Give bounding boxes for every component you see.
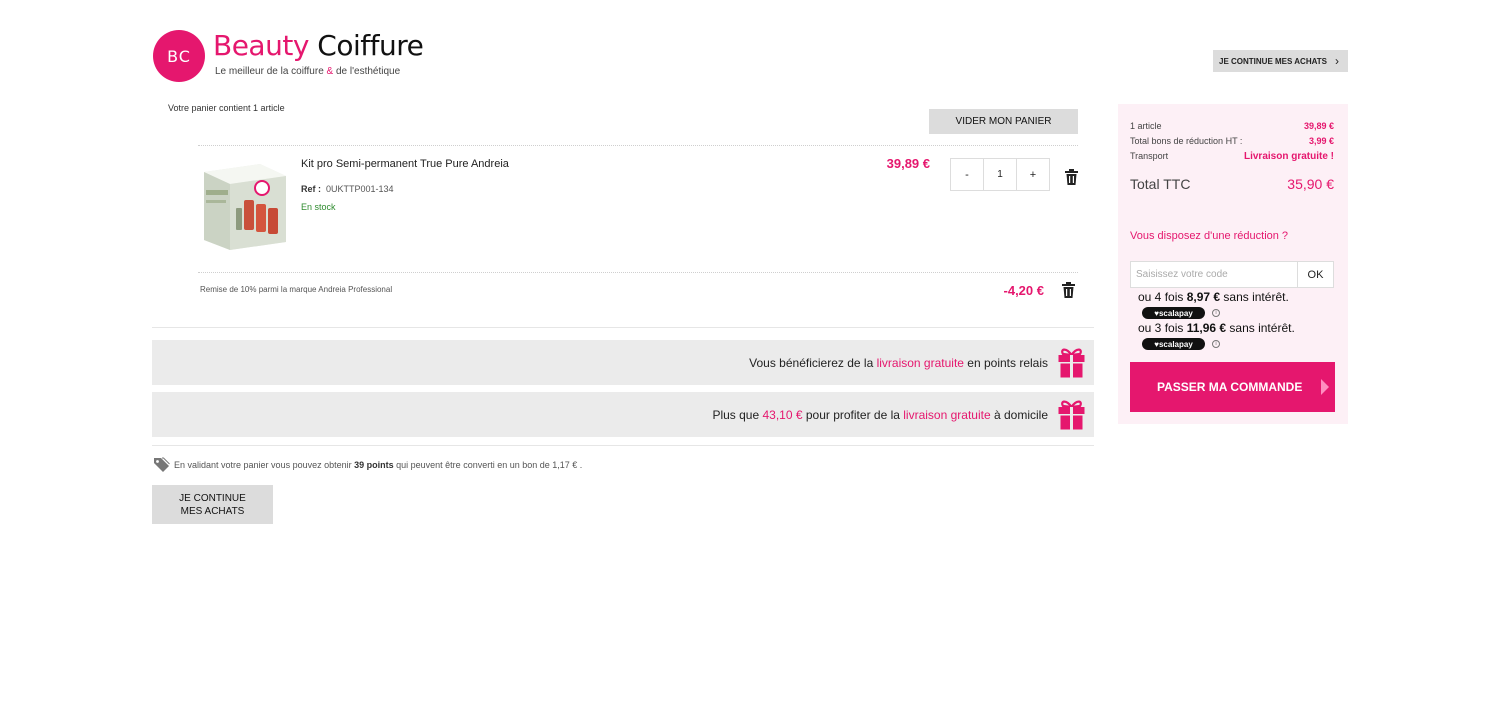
banner-text-after: en points relais [963,355,1048,370]
quantity-stepper: - 1 + [950,158,1050,191]
divider [198,145,1078,146]
total-value: 35,90 € [1287,176,1334,192]
loyalty-points-text: En validant votre panier vous pouvez obt… [174,460,582,470]
summary-value: 3,99 € [1308,136,1334,146]
tag-icon [153,457,170,472]
continue-shopping-label: JE CONTINUE MES ACHATS [179,492,246,518]
trash-icon[interactable] [1065,169,1078,185]
summary-label: Total bons de réduction HT : [1130,136,1243,146]
divider [152,445,1094,446]
quantity-value[interactable]: 1 [983,159,1017,190]
banner-text-after: à domicile [990,407,1048,422]
gift-icon [1058,347,1085,378]
points-amount: 39 points [354,459,394,470]
product-name-link[interactable]: Kit pro Semi-permanent True Pure Andreia [301,158,509,170]
continue-shopping-button-bottom[interactable]: JE CONTINUE MES ACHATS [152,485,273,524]
logo-monogram: BC [153,30,205,82]
order-summary-panel: 1 article 39,89 € Total bons de réductio… [1118,104,1348,424]
divider [198,272,1078,273]
logo-text: Beauty Coiffure Le meilleur de la coiffu… [213,29,424,78]
installment-suffix: sans intérêt. [1220,290,1289,304]
promo-code-submit-button[interactable]: OK [1298,261,1334,288]
continue-label-line2: MES ACHATS [180,505,245,517]
chevron-right-icon: › [1335,54,1339,68]
summary-row-articles: 1 article 39,89 € [1130,121,1334,131]
product-ref-value: 0UKTTP001-134 [326,184,394,194]
loyalty-points-info: En validant votre panier vous pouvez obt… [153,457,582,472]
info-icon[interactable]: i [1212,340,1220,348]
brand-name-part2: Coiffure [317,29,424,62]
free-home-delivery-banner: Plus que 43,10 € pour profiter de la liv… [152,392,1094,437]
clear-cart-button[interactable]: VIDER MON PANIER [929,109,1078,134]
installment-amount: 11,96 € [1186,321,1227,335]
continue-shopping-label: JE CONTINUE MES ACHATS [1219,56,1328,66]
installment-amount: 8,97 € [1186,290,1221,304]
installment-prefix: ou 3 fois [1138,321,1187,335]
site-logo[interactable]: BC Beauty Coiffure Le meilleur de la coi… [153,29,424,82]
summary-value: 39,89 € [1303,121,1334,131]
free-delivery-relay-banner: Vous bénéficierez de la livraison gratui… [152,340,1094,385]
brand-tagline: Le meilleur de la coiffure & de l'esthét… [215,66,423,77]
quantity-increase-button[interactable]: + [1017,159,1049,190]
installment-option-4x: ou 4 fois 8,97 € sans intérêt. [1138,290,1289,304]
summary-row-shipping: Transport Livraison gratuite ! [1130,151,1334,162]
scalapay-logo: ♥scalapay [1142,338,1205,350]
scalapay-logo: ♥scalapay [1142,307,1205,319]
banner-text-before: Vous bénéficierez de la [749,355,877,370]
brand-name-part1: Beauty [213,29,309,62]
stock-status: En stock [301,202,336,212]
tagline-after: de l'esthétique [333,66,401,77]
continue-shopping-button-top[interactable]: JE CONTINUE MES ACHATS › [1213,50,1348,72]
banner-highlight: livraison gratuite [903,407,991,422]
installment-option-3x: ou 3 fois 11,96 € sans intérêt. [1138,321,1295,335]
discount-label: Remise de 10% parmi la marque Andreia Pr… [200,285,393,294]
banner-highlight: livraison gratuite [876,355,964,370]
banner-text: Vous bénéficierez de la livraison gratui… [749,356,1048,370]
summary-total: Total TTC 35,90 € [1130,176,1334,192]
tagline-before: Le meilleur de la coiffure [215,66,327,77]
continue-label-line1: JE CONTINUE [179,492,246,504]
product-reference: Ref : 0UKTTP001-134 [301,184,394,194]
product-price: 39,89 € [886,156,930,171]
brand-name: Beauty Coiffure [213,29,424,62]
points-text-after: qui peuvent être converti en un bon de 1… [393,459,583,470]
promo-code-form: OK [1130,261,1334,288]
info-icon[interactable]: i [1212,309,1220,317]
promo-code-question[interactable]: Vous disposez d'une réduction ? [1130,230,1288,242]
promo-code-input[interactable] [1130,261,1298,288]
checkout-label: PASSER MA COMMANDE [1157,380,1303,394]
banner-text-middle: pour profiter de la [802,407,904,422]
quantity-decrease-button[interactable]: - [951,159,983,190]
total-label: Total TTC [1130,176,1191,192]
summary-row-discounts: Total bons de réduction HT : 3,99 € [1130,136,1334,146]
banner-text: Plus que 43,10 € pour profiter de la liv… [712,408,1048,422]
product-image[interactable] [200,162,290,250]
summary-value: Livraison gratuite ! [1243,151,1334,162]
summary-label: 1 article [1130,121,1162,131]
product-ref-label: Ref : [301,184,321,194]
divider [152,327,1094,328]
cart-count-text: Votre panier contient 1 article [168,103,285,113]
arrow-right-icon [1321,379,1329,395]
installment-prefix: ou 4 fois [1138,290,1187,304]
checkout-button[interactable]: PASSER MA COMMANDE [1130,362,1335,412]
trash-icon[interactable] [1062,282,1075,298]
summary-label: Transport [1130,151,1169,161]
gift-icon [1058,399,1085,430]
installment-suffix: sans intérêt. [1226,321,1295,335]
banner-remaining-amount: 43,10 € [762,407,803,422]
discount-value: -4,20 € [1003,283,1044,298]
banner-text-before: Plus que [712,407,763,422]
points-text-before: En validant votre panier vous pouvez obt… [174,459,355,470]
